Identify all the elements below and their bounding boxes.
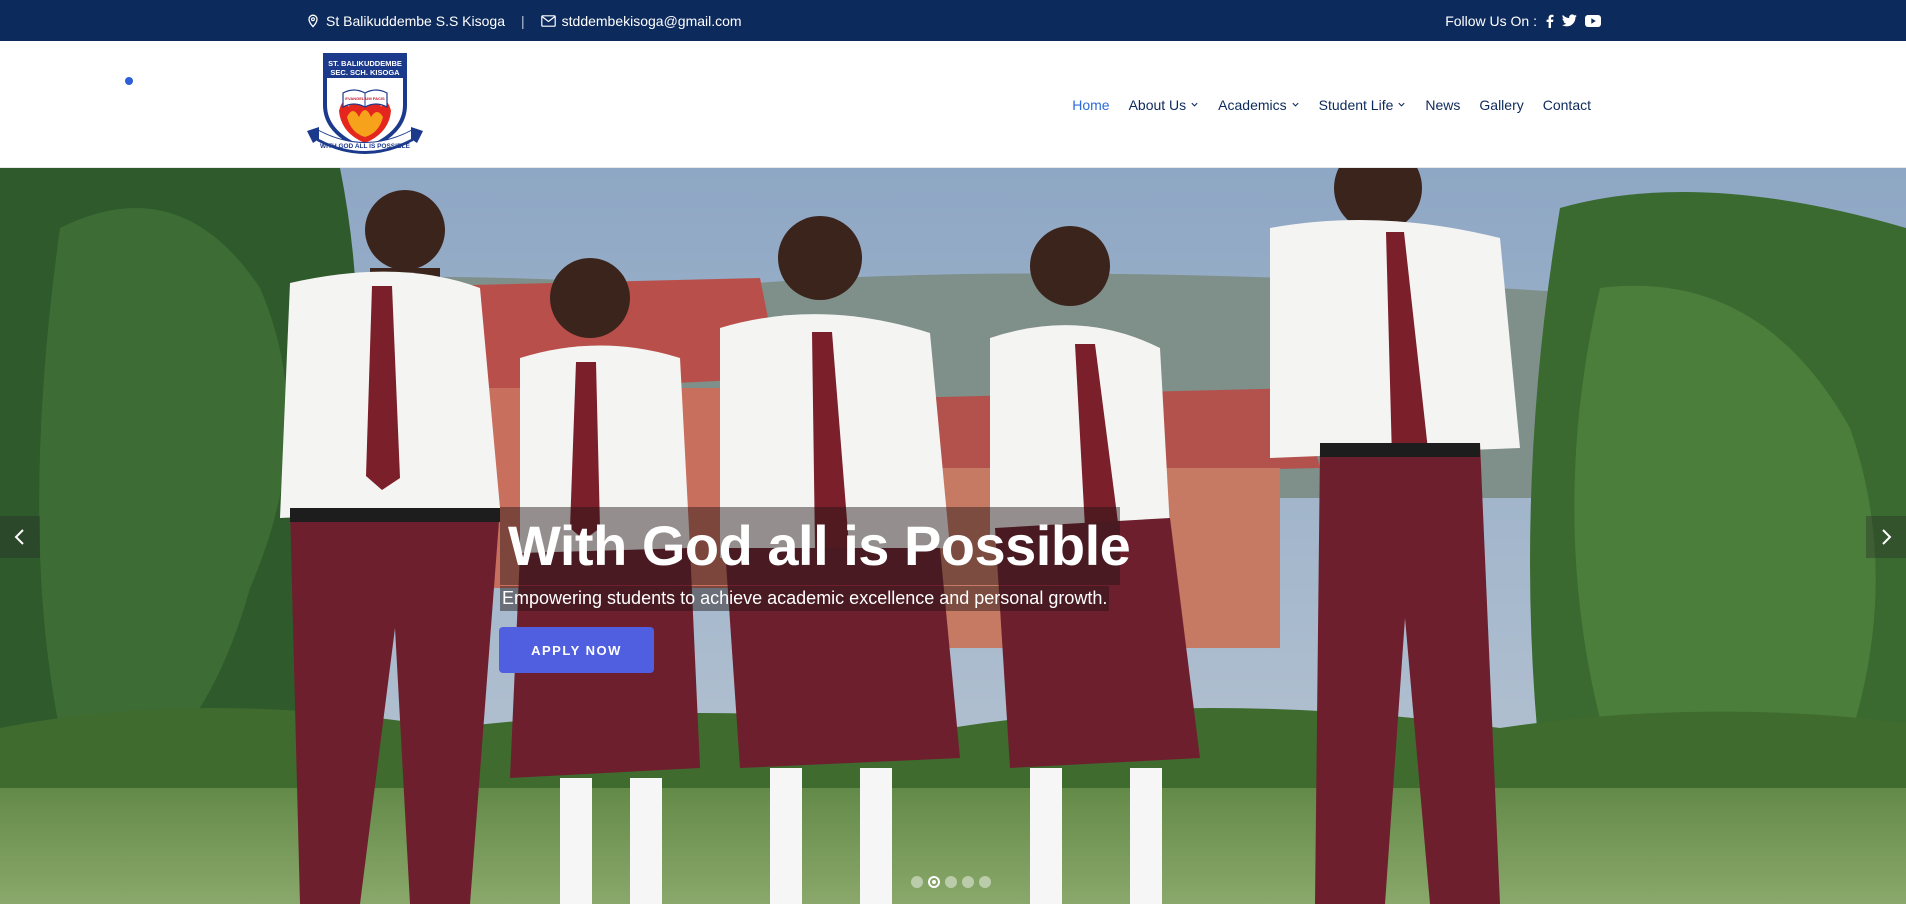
top-info-bar: St Balikuddembe S.S Kisoga | stddembekis…: [0, 0, 1906, 41]
location-pin-icon: [306, 14, 320, 28]
twitter-icon[interactable]: [1562, 14, 1577, 27]
nav-label: About Us: [1128, 96, 1187, 113]
slider-pagination: [911, 876, 991, 888]
chevron-down-icon: [1191, 102, 1198, 107]
nav-label: Gallery: [1479, 96, 1524, 113]
social-links: Follow Us On :: [1445, 0, 1601, 41]
facebook-icon[interactable]: [1545, 14, 1554, 28]
hero-slider: With God all is Possible Empowering stud…: [0, 168, 1906, 904]
main-navigation: Home About Us Academics Student Life New…: [1072, 41, 1591, 168]
nav-label: News: [1425, 96, 1461, 113]
hero-headline: With God all is Possible: [508, 514, 1131, 577]
email-link[interactable]: stddembekisoga@gmail.com: [562, 13, 742, 29]
slider-prev-button[interactable]: [0, 516, 40, 558]
logo-book-text: EVANGELIUM PACIS: [345, 96, 385, 101]
nav-item-contact[interactable]: Contact: [1543, 97, 1591, 113]
slide-dot[interactable]: [979, 876, 991, 888]
nav-item-news[interactable]: News: [1425, 97, 1460, 113]
chevron-right-icon: [1882, 529, 1892, 545]
site-header: ST. BALIKUDDEMBE SEC. SCH. KISOGA EVANGE…: [0, 41, 1906, 168]
nav-label: Contact: [1542, 96, 1591, 113]
nav-label: Student Life: [1318, 96, 1394, 113]
school-name-text: St Balikuddembe S.S Kisoga: [326, 12, 505, 29]
loading-dot: [125, 77, 133, 85]
nav-item-academics[interactable]: Academics: [1218, 97, 1299, 113]
nav-item-gallery[interactable]: Gallery: [1479, 97, 1523, 113]
hero-subline: Empowering students to achieve academic …: [500, 586, 1110, 611]
slide-dot[interactable]: [911, 876, 923, 888]
nav-item-student-life[interactable]: Student Life: [1319, 97, 1407, 113]
chevron-down-icon: [1398, 102, 1405, 107]
contact-info: St Balikuddembe S.S Kisoga | stddembekis…: [306, 0, 742, 41]
slider-next-button[interactable]: [1866, 516, 1906, 558]
chevron-down-icon: [1292, 102, 1299, 107]
logo-line1: ST. BALIKUDDEMBE: [328, 59, 402, 68]
slide-dot[interactable]: [962, 876, 974, 888]
logo-motto: WITH GOD ALL IS POSSIBLE: [320, 143, 411, 150]
youtube-icon[interactable]: [1585, 14, 1601, 27]
school-logo[interactable]: ST. BALIKUDDEMBE SEC. SCH. KISOGA EVANGE…: [305, 47, 425, 159]
slide-dot-active[interactable]: [928, 876, 940, 888]
follow-label: Follow Us On :: [1445, 12, 1537, 29]
nav-item-home[interactable]: Home: [1072, 97, 1109, 113]
nav-item-about-us[interactable]: About Us: [1129, 97, 1200, 113]
chevron-left-icon: [14, 529, 24, 545]
nav-label: Home: [1072, 96, 1110, 113]
nav-label: Academics: [1218, 96, 1287, 113]
apply-now-button[interactable]: APPLY NOW: [499, 627, 654, 673]
logo-line2: SEC. SCH. KISOGA: [330, 68, 400, 77]
divider: |: [521, 12, 525, 29]
envelope-icon: [540, 14, 556, 27]
slide-dot[interactable]: [945, 876, 957, 888]
